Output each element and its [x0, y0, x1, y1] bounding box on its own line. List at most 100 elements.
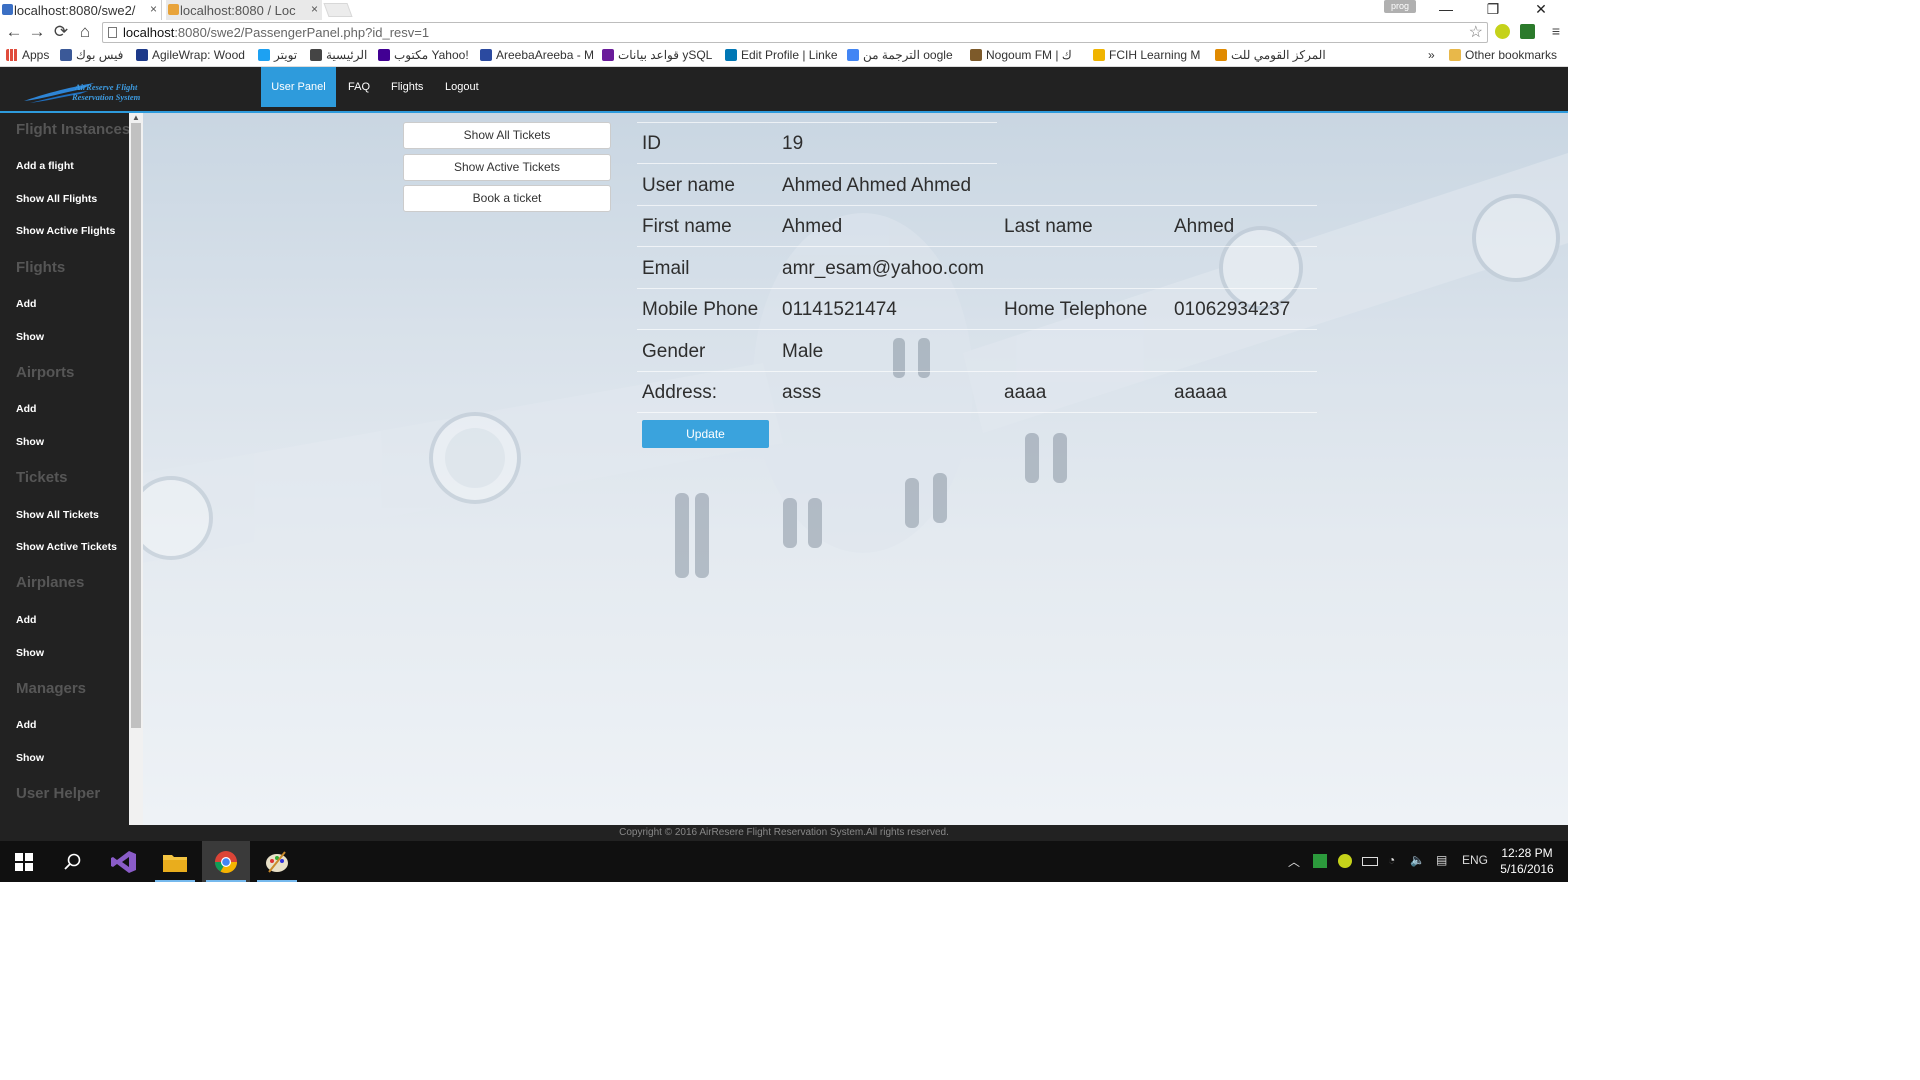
show-active-tickets-button[interactable]: Show Active Tickets — [403, 154, 611, 181]
tray-app-icon[interactable] — [1313, 854, 1327, 868]
bookmark-item[interactable]: الترجمة من oogle — [847, 48, 953, 62]
back-button[interactable]: ← — [3, 22, 25, 42]
taskbar-visual-studio[interactable] — [100, 841, 148, 882]
logo-line: AirReserve Flight — [74, 82, 138, 92]
chrome-menu-icon[interactable]: ≡ — [1552, 23, 1560, 39]
extension-icon[interactable] — [1495, 24, 1510, 39]
nav-faq[interactable]: FAQ — [336, 67, 382, 107]
new-tab-button[interactable] — [323, 3, 353, 17]
bookmark-apps[interactable]: Apps — [6, 48, 49, 62]
sidebar-item-airplanes-show[interactable]: Show — [16, 647, 44, 659]
url-path: :8080/swe2/PassengerPanel.php?id_resv=1 — [174, 25, 430, 40]
bookmark-item[interactable]: الرئيسية — [310, 48, 367, 62]
folder-icon — [1449, 49, 1461, 61]
sidebar-item-airports-show[interactable]: Show — [16, 436, 44, 448]
sidebar-item-show-all-tickets[interactable]: Show All Tickets — [16, 509, 99, 521]
tray-overflow-icon[interactable]: ︿ — [1288, 853, 1300, 870]
tab-close-icon[interactable]: × — [311, 2, 318, 16]
bookmark-item[interactable]: فيس بوك — [60, 48, 123, 62]
scrollbar-thumb[interactable] — [131, 123, 141, 728]
bookmark-item[interactable]: Edit Profile | Linke — [725, 48, 838, 62]
tab-title: localhost:8080 / Loc — [180, 2, 296, 18]
sidebar-item-flights-add[interactable]: Add — [16, 298, 36, 310]
last-name-value: Ahmed — [1174, 216, 1235, 237]
taskbar-file-explorer[interactable] — [151, 841, 199, 882]
areeba-icon — [480, 49, 492, 61]
username-value: Ahmed Ahmed Ahmed — [782, 175, 972, 196]
show-all-tickets-button[interactable]: Show All Tickets — [403, 122, 611, 149]
row-divider — [637, 163, 997, 164]
site-icon — [1215, 49, 1227, 61]
sidebar-item-show-active-flights[interactable]: Show Active Flights — [16, 225, 115, 237]
email-label: Email — [642, 258, 690, 279]
minimize-button[interactable]: — — [1423, 0, 1469, 18]
sidebar-item-show-active-tickets[interactable]: Show Active Tickets — [16, 541, 117, 553]
sidebar-item-add-flight[interactable]: Add a flight — [16, 160, 74, 172]
browser-tab-active[interactable]: localhost:8080/swe2/ × — [0, 0, 162, 20]
sidebar-heading: Airports — [16, 364, 75, 381]
sidebar-item-managers-show[interactable]: Show — [16, 752, 44, 764]
fcih-icon — [1093, 49, 1105, 61]
browser-tab[interactable]: localhost:8080 / Loc × — [166, 0, 322, 20]
agilewrap-icon — [136, 49, 148, 61]
app-navbar: AirReserve Flight Reservation System Use… — [0, 67, 1568, 113]
extension-icon[interactable] — [1520, 24, 1535, 39]
id-label: ID — [642, 133, 661, 154]
bookmark-item[interactable]: المركز القومي للت — [1215, 48, 1326, 62]
bookmark-item[interactable]: تويتر — [258, 48, 297, 62]
row-divider — [637, 412, 1317, 413]
bookmarks-overflow-button[interactable]: » — [1428, 48, 1435, 62]
search-button[interactable] — [49, 841, 97, 882]
sidebar-item-airplanes-add[interactable]: Add — [16, 614, 36, 626]
reload-button[interactable]: ⟳ — [50, 22, 72, 42]
bookmark-star-icon[interactable]: ☆ — [1469, 23, 1483, 42]
bookmark-item[interactable]: FCIH Learning M — [1093, 48, 1200, 62]
tray-extension-icon[interactable] — [1338, 854, 1352, 868]
restore-button[interactable]: ❐ — [1470, 0, 1516, 18]
logo-line: Reservation System — [72, 92, 141, 102]
nav-user-panel[interactable]: User Panel — [261, 67, 336, 107]
profile-badge[interactable]: prog — [1384, 0, 1416, 13]
sidebar-item-show-all-flights[interactable]: Show All Flights — [16, 193, 97, 205]
start-button[interactable] — [0, 841, 48, 882]
sidebar-item-flights-show[interactable]: Show — [16, 331, 44, 343]
bookmark-item[interactable]: AreebaAreeba - M — [480, 48, 594, 62]
last-name-label: Last name — [1004, 216, 1093, 237]
other-bookmarks[interactable]: Other bookmarks — [1449, 48, 1557, 62]
clock-date: 5/16/2016 — [1500, 862, 1554, 876]
volume-icon[interactable]: 🔈 — [1410, 853, 1425, 867]
windows-taskbar: ︿ ◔ 🔈 ▤ ENG 12:28 PM 5/16/2016 — [0, 841, 1568, 882]
system-clock[interactable]: 12:28 PM 5/16/2016 — [1490, 845, 1564, 877]
battery-icon[interactable] — [1362, 857, 1378, 866]
sidebar-scrollbar[interactable]: ▲ — [129, 113, 143, 825]
book-ticket-button[interactable]: Book a ticket — [403, 185, 611, 212]
bookmark-item[interactable]: قواعد بيانات ySQL — [602, 48, 712, 62]
linkedin-icon — [725, 49, 737, 61]
bookmark-label: AgileWrap: Wood — [152, 48, 245, 62]
bookmark-label: قواعد بيانات ySQL — [618, 48, 713, 62]
action-center-icon[interactable]: ▤ — [1436, 853, 1447, 867]
sidebar-item-airports-add[interactable]: Add — [16, 403, 36, 415]
home-button[interactable]: ⌂ — [74, 22, 96, 42]
bookmark-item[interactable]: AgileWrap: Wood — [136, 48, 245, 62]
mobile-label: Mobile Phone — [642, 299, 759, 320]
update-button[interactable]: Update — [642, 420, 769, 448]
bookmark-label: فيس بوك — [76, 48, 124, 62]
taskbar-paint[interactable] — [253, 841, 301, 882]
nav-flights[interactable]: Flights — [379, 67, 435, 107]
sidebar-item-managers-add[interactable]: Add — [16, 719, 36, 731]
nav-logout[interactable]: Logout — [433, 67, 491, 107]
bookmark-item[interactable]: مكتوب Yahoo! — [378, 48, 469, 62]
home-telephone-value: 01062934237 — [1174, 299, 1291, 320]
wifi-icon[interactable]: ◔ — [1388, 853, 1395, 867]
forward-button[interactable]: → — [26, 22, 48, 42]
address-line-1: asss — [782, 382, 822, 403]
scroll-up-icon[interactable]: ▲ — [132, 113, 140, 122]
taskbar-chrome[interactable] — [202, 841, 250, 882]
close-window-button[interactable]: ✕ — [1518, 0, 1564, 18]
language-indicator[interactable]: ENG — [1462, 853, 1488, 867]
site-icon — [310, 49, 322, 61]
bookmark-item[interactable]: Nogoum FM | ك — [970, 48, 1072, 62]
tab-close-icon[interactable]: × — [150, 2, 157, 16]
address-bar[interactable]: localhost:8080/swe2/PassengerPanel.php?i… — [102, 22, 1488, 43]
